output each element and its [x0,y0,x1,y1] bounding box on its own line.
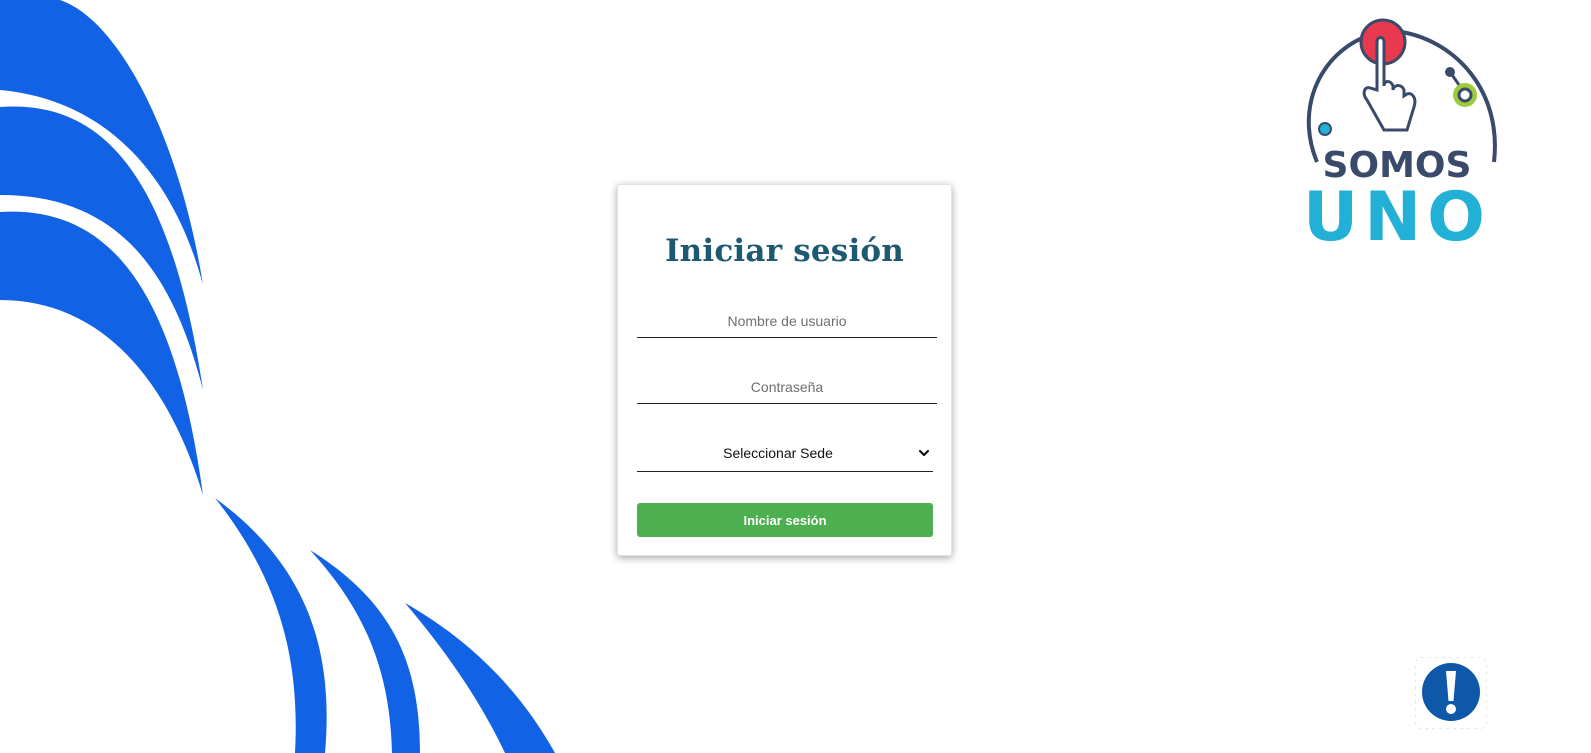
username-input[interactable] [637,304,937,338]
password-input[interactable] [637,370,937,404]
login-title: Iniciar sesión [664,233,905,269]
help-button[interactable] [1415,657,1487,729]
sede-select-value: Seleccionar Sede [723,445,833,461]
logo-text-uno: UNO [1303,178,1491,252]
login-submit-button[interactable]: Iniciar sesión [637,503,933,537]
decorative-waves [0,0,555,753]
wave-stripe-6 [405,603,555,753]
logo-cyan-dot [1318,122,1332,136]
login-card: Iniciar sesión Seleccionar Sede Iniciar … [617,184,952,556]
wave-stripe-3 [0,211,203,496]
wave-stripe-4 [215,498,327,753]
login-page: SOMOS UNO Iniciar sesión Seleccionar Sed… [0,0,1591,753]
sede-select[interactable]: Seleccionar Sede [637,436,933,472]
somos-uno-logo: SOMOS UNO [1303,18,1497,252]
chevron-down-icon [918,449,930,457]
